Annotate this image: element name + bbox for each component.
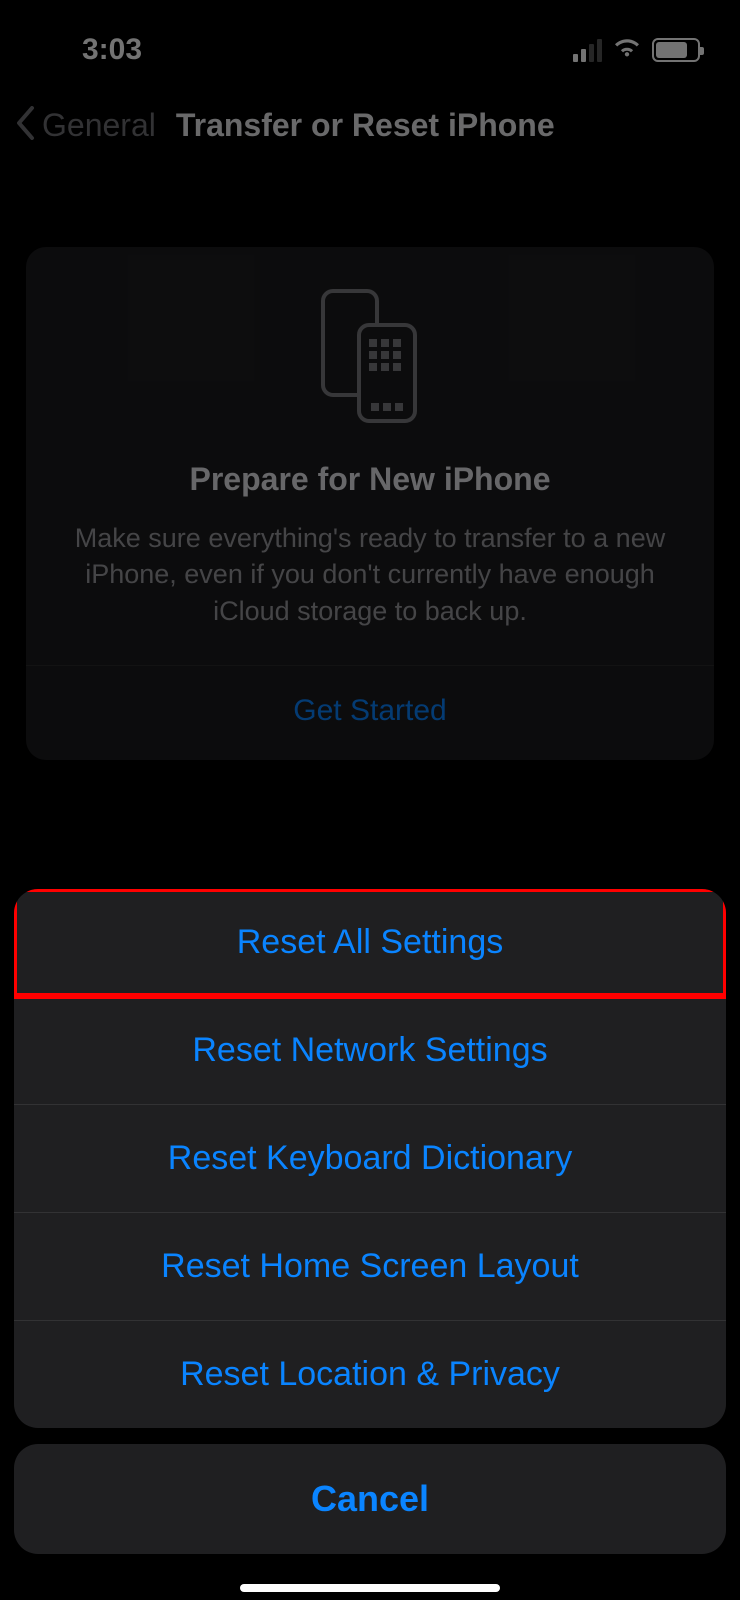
reset-network-settings-button[interactable]: Reset Network Settings [14,996,726,1104]
get-started-button[interactable]: Get Started [54,666,686,760]
wifi-icon [612,36,642,65]
status-icons [573,36,700,65]
cancel-button[interactable]: Cancel [14,1444,726,1554]
status-time: 3:03 [82,33,142,67]
battery-icon [652,38,700,62]
reset-keyboard-dictionary-button[interactable]: Reset Keyboard Dictionary [14,1104,726,1212]
devices-icon [54,287,686,427]
prepare-title: Prepare for New iPhone [54,461,686,498]
reset-location-privacy-button[interactable]: Reset Location & Privacy [14,1320,726,1428]
status-bar: 3:03 [0,0,740,88]
page-title: Transfer or Reset iPhone [176,107,555,144]
cellular-icon [573,38,602,62]
prepare-body: Make sure everything's ready to transfer… [54,520,686,629]
action-sheet-cancel-group: Cancel [14,1444,726,1554]
action-sheet-options: Reset All Settings Reset Network Setting… [14,889,726,1428]
reset-all-settings-button[interactable]: Reset All Settings [14,889,726,996]
reset-home-screen-layout-button[interactable]: Reset Home Screen Layout [14,1212,726,1320]
home-indicator[interactable] [240,1584,500,1592]
back-button-label[interactable]: General [42,107,156,144]
action-sheet: Reset All Settings Reset Network Setting… [14,889,726,1570]
prepare-card: Prepare for New iPhone Make sure everyth… [26,247,714,760]
back-chevron-icon[interactable] [14,106,36,145]
nav-header: General Transfer or Reset iPhone [0,88,740,175]
